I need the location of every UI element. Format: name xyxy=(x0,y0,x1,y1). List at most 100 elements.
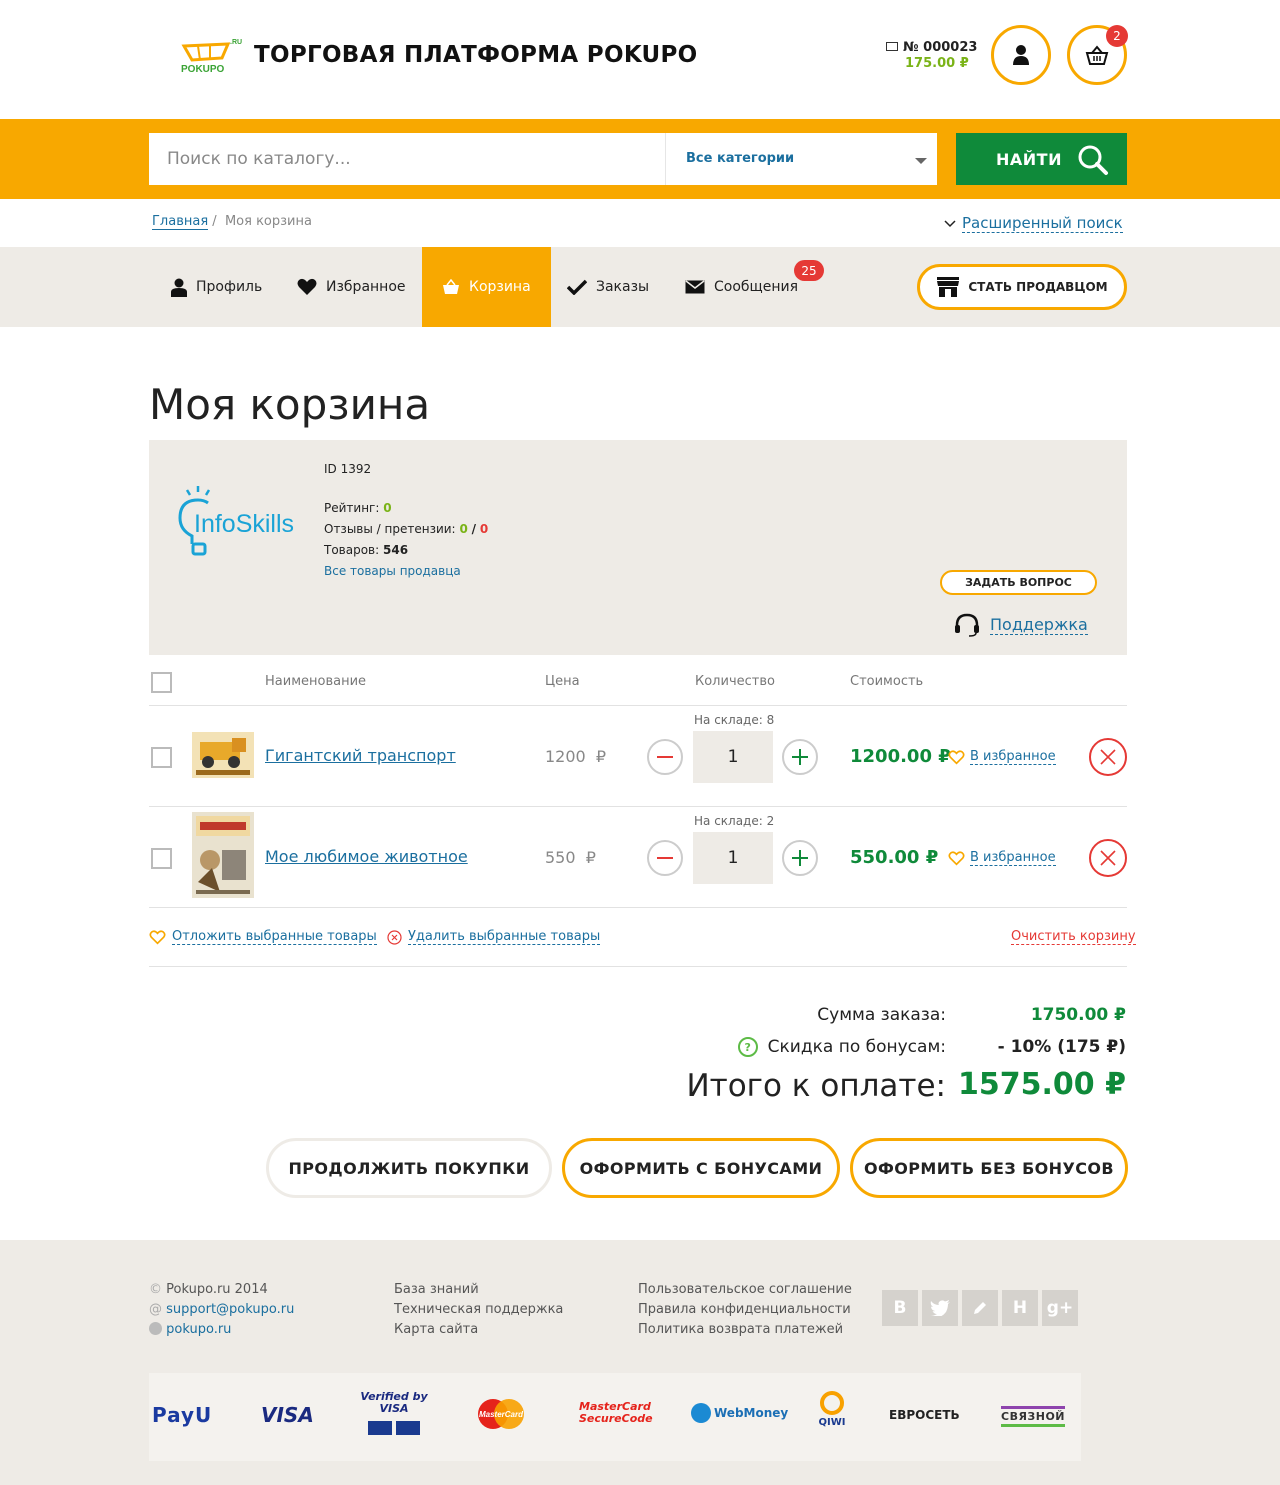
skype-icon xyxy=(149,1322,162,1335)
footer-link[interactable]: Техническая поддержка xyxy=(394,1302,563,1317)
quantity-increase-button[interactable] xyxy=(782,739,818,775)
order-sum-label: Сумма заказа: xyxy=(817,1005,946,1025)
footer-link[interactable]: База знаний xyxy=(394,1282,479,1297)
row-checkbox[interactable] xyxy=(151,848,172,869)
plus-icon xyxy=(792,749,808,765)
plus-icon xyxy=(792,850,808,866)
chevron-down-icon xyxy=(915,158,927,164)
product-price-value: 1200 xyxy=(545,747,586,766)
vk-icon[interactable]: В xyxy=(882,1290,918,1326)
basket-icon xyxy=(1085,45,1109,65)
heart-outline-icon xyxy=(149,929,166,945)
google-plus-icon[interactable]: g+ xyxy=(1042,1290,1078,1326)
footer-email: @ support@pokupo.ru xyxy=(149,1302,294,1317)
ask-question-button[interactable]: ЗАДАТЬ ВОПРОС xyxy=(940,570,1097,595)
quantity-decrease-button[interactable] xyxy=(647,840,683,876)
logo-suffix: .RU xyxy=(230,39,242,46)
continue-shopping-button[interactable]: ПРОДОЛЖИТЬ ПОКУПКИ xyxy=(266,1138,552,1198)
product-name-link[interactable]: Гигантский транспорт xyxy=(265,746,456,765)
heart-outline-icon xyxy=(948,850,965,866)
checkout-with-bonus-button[interactable]: ОФОРМИТЬ С БОНУСАМИ xyxy=(562,1138,840,1198)
add-to-favorites-label: В избранное xyxy=(970,850,1056,866)
footer-link[interactable]: Правила конфиденциальности xyxy=(638,1302,851,1317)
breadcrumb-separator: / xyxy=(212,214,217,229)
breadcrumb-home[interactable]: Главная xyxy=(152,214,209,230)
footer-link[interactable]: Пользовательское соглашение xyxy=(638,1282,852,1297)
seller-all-goods-link[interactable]: Все товары продавца xyxy=(324,564,461,578)
search-button-label: НАЙТИ xyxy=(996,149,1062,169)
product-thumbnail[interactable] xyxy=(192,812,254,898)
pencil-icon[interactable] xyxy=(962,1290,998,1326)
quantity-input[interactable]: 1 xyxy=(693,832,773,884)
add-to-favorites-link[interactable]: В избранное xyxy=(948,749,1056,765)
footer-skype: pokupo.ru xyxy=(149,1322,231,1337)
order-info[interactable]: № 000023 175.00 ₽ xyxy=(886,40,977,72)
qiwi-text: QIWI xyxy=(818,1417,846,1428)
quantity-increase-button[interactable] xyxy=(782,840,818,876)
payment-methods: PayU VISA Verified by VISA MasterCard Ma… xyxy=(149,1373,1081,1461)
basket-icon xyxy=(443,279,459,294)
site-logo[interactable]: POKUPO .RU xyxy=(178,36,244,76)
site-title: ТОРГОВАЯ ПЛАТФОРМА POKUPO xyxy=(254,42,698,68)
advanced-search-link[interactable]: Расширенный поиск xyxy=(944,214,1123,233)
headset-icon xyxy=(955,613,979,637)
quantity-input[interactable]: 1 xyxy=(693,731,773,783)
support-link[interactable]: Поддержка xyxy=(954,613,1088,637)
discount-label: Скидка по бонусам: xyxy=(767,1037,946,1057)
quantity-decrease-button[interactable] xyxy=(647,739,683,775)
select-all-checkbox[interactable] xyxy=(151,672,172,693)
footer-link[interactable]: Политика возврата платежей xyxy=(638,1322,843,1337)
seller-goods: Товаров: 546 xyxy=(324,543,408,557)
minus-icon xyxy=(657,756,673,758)
remove-item-button[interactable] xyxy=(1089,738,1127,776)
search-button[interactable]: НАЙТИ xyxy=(956,133,1127,185)
footer-skype-link[interactable]: pokupo.ru xyxy=(166,1322,231,1337)
product-thumbnail[interactable] xyxy=(192,732,254,778)
close-icon xyxy=(1100,749,1116,765)
svyaznoy-logo: СВЯЗНОЙ xyxy=(1001,1406,1066,1427)
seller-id: ID 1392 xyxy=(324,462,372,476)
become-seller-label: СТАТЬ ПРОДАВЦОМ xyxy=(968,280,1108,294)
remove-item-button[interactable] xyxy=(1089,839,1127,877)
seller-reviews: Отзывы / претензии: 0 / 0 xyxy=(324,522,488,536)
nav-cart-label: Корзина xyxy=(469,279,531,295)
postpone-selected-link[interactable]: Отложить выбранные товары xyxy=(149,929,377,945)
product-price: 1200 ₽ xyxy=(545,747,606,766)
discount-value: - 10% (175 ₽) xyxy=(997,1037,1126,1057)
become-seller-button[interactable]: СТАТЬ ПРОДАВЦОМ xyxy=(917,264,1127,310)
add-to-favorites-label: В избранное xyxy=(970,749,1056,765)
product-name-link[interactable]: Мое любимое животное xyxy=(265,847,468,866)
delete-selected-link[interactable]: Удалить выбранные товары xyxy=(387,929,601,945)
footer-link[interactable]: Карта сайта xyxy=(394,1322,478,1337)
row-checkbox[interactable] xyxy=(151,747,172,768)
at-icon: @ xyxy=(149,1302,162,1317)
copyright-icon: © xyxy=(149,1282,162,1297)
card-icon xyxy=(886,42,898,51)
nav-favorites[interactable]: Избранное xyxy=(297,247,406,327)
footer-email-link[interactable]: support@pokupo.ru xyxy=(166,1302,294,1317)
checkout-without-bonus-button[interactable]: ОФОРМИТЬ БЕЗ БОНУСОВ xyxy=(850,1138,1128,1198)
user-icon xyxy=(1013,45,1029,65)
nav-profile[interactable]: Профиль xyxy=(171,247,262,327)
nav-orders[interactable]: Заказы xyxy=(567,247,649,327)
nav-messages[interactable]: Сообщения xyxy=(685,247,798,327)
clear-cart-link[interactable]: Очистить корзину xyxy=(1011,929,1136,945)
delete-selected-label: Удалить выбранные товары xyxy=(408,929,601,945)
help-icon[interactable]: ? xyxy=(737,1037,758,1057)
search-input[interactable] xyxy=(149,133,665,185)
verified-by-visa-logo: Verified by VISA xyxy=(359,1391,429,1435)
user-account-button[interactable] xyxy=(991,25,1051,85)
mastercard-securecode-logo: MasterCard SecureCode xyxy=(579,1400,653,1425)
hh-icon[interactable]: Н xyxy=(1002,1290,1038,1326)
total-label: Итого к оплате: xyxy=(686,1068,946,1104)
divider xyxy=(149,907,1127,908)
logo-text: POKUPO xyxy=(181,64,225,75)
add-to-favorites-link[interactable]: В избранное xyxy=(948,850,1056,866)
divider xyxy=(149,806,1127,807)
twitter-icon[interactable] xyxy=(922,1290,958,1326)
nav-cart[interactable]: Корзина xyxy=(422,247,551,327)
seller-logo[interactable]: InfoSkills xyxy=(176,484,302,564)
mastercard-logo: MasterCard xyxy=(477,1398,525,1434)
minus-icon xyxy=(657,857,673,859)
category-select[interactable]: Все категории xyxy=(665,133,937,185)
